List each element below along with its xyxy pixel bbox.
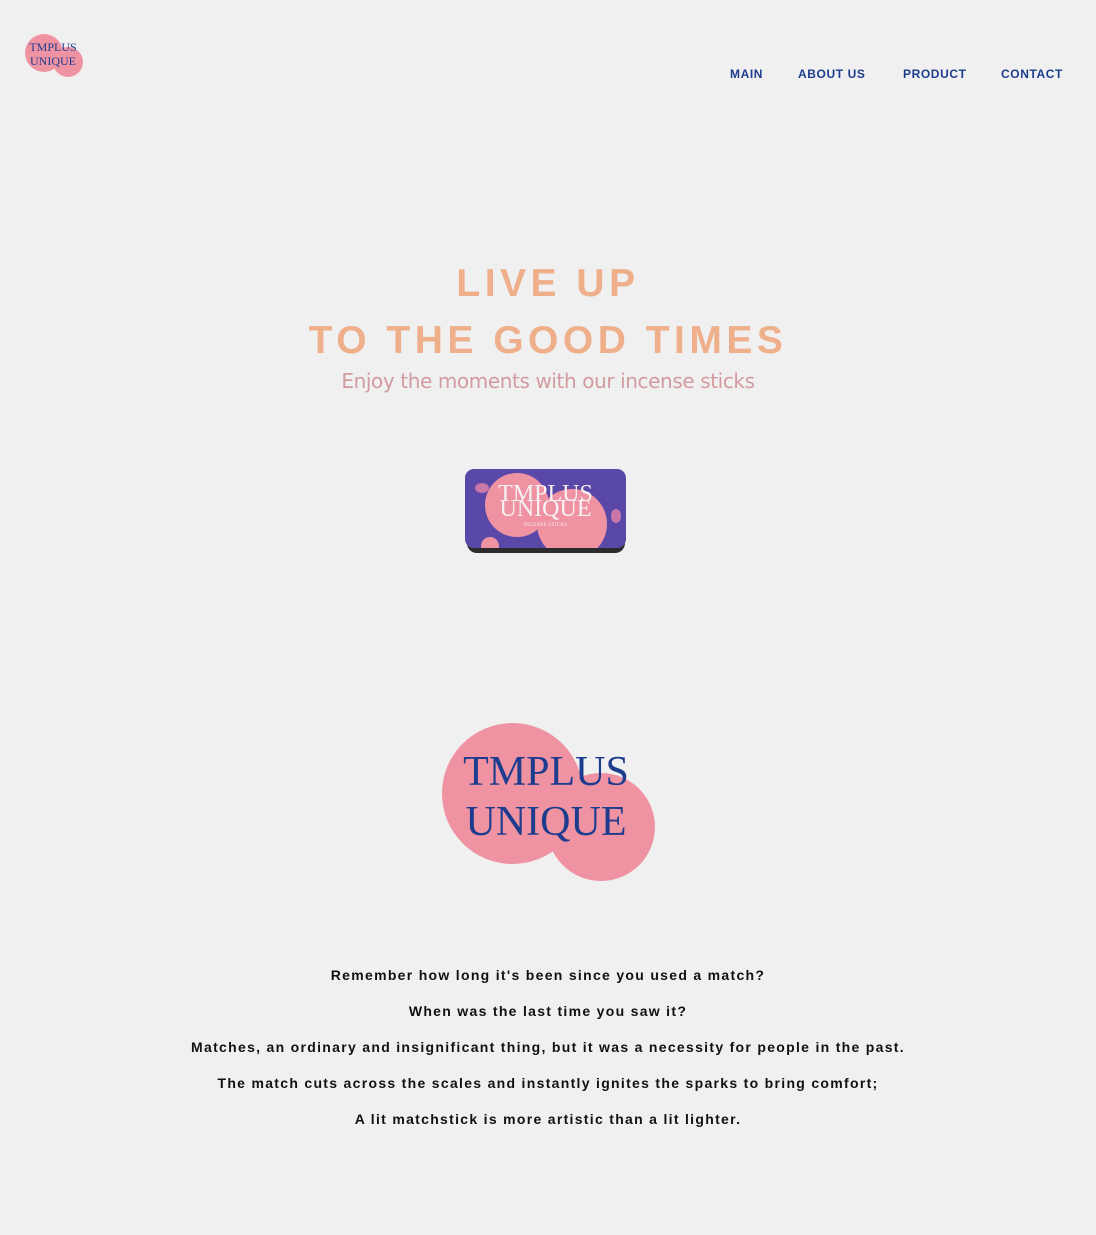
brand-logo: TMPLUS UNIQUE	[440, 720, 658, 882]
logo-text-line1: TMPLUS	[29, 40, 77, 54]
product-tin-image: TMPLUS UNIQUE INCENSE STICKS	[465, 469, 626, 548]
story-line: When was the last time you saw it?	[408, 1003, 688, 1019]
tin-small-text: INCENSE STICKS	[523, 523, 568, 528]
story-line: Remember how long it's been since you us…	[330, 967, 766, 983]
hero-title-line2: TO THE GOOD TIMES	[308, 319, 788, 362]
logo-text-line2: UNIQUE	[30, 54, 76, 68]
nav-about-us[interactable]: ABOUT US	[798, 67, 865, 81]
nav-product[interactable]: PRODUCT	[903, 67, 967, 81]
brand-logo-line1: TMPLUS	[463, 749, 629, 795]
story-line: Matches, an ordinary and insignificant t…	[191, 1039, 905, 1055]
story-line: A lit matchstick is more artistic than a…	[354, 1111, 742, 1127]
story-line: The match cuts across the scales and ins…	[217, 1075, 879, 1091]
hero-title-line1: LIVE UP	[456, 262, 640, 305]
tin-circle	[481, 537, 499, 548]
nav-main[interactable]: MAIN	[730, 67, 763, 81]
hero-subtitle: Enjoy the moments with our incense stick…	[341, 369, 755, 393]
brand-logo-line2: UNIQUE	[465, 799, 627, 845]
main-nav: MAIN ABOUT US PRODUCT CONTACT	[0, 67, 1096, 83]
tin-text-line2: UNIQUE	[499, 496, 592, 522]
nav-contact[interactable]: CONTACT	[1001, 67, 1063, 81]
